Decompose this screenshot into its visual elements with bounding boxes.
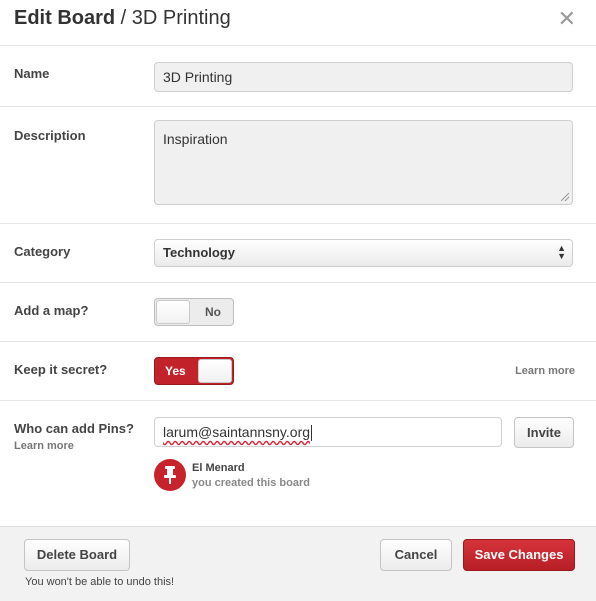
secret-row: Keep it secret? Yes Learn more <box>0 342 596 401</box>
name-row: Name 3D Printing <box>0 46 596 107</box>
dialog-header: Edit Board / 3D Printing ✕ <box>0 0 596 46</box>
description-row: Description Inspiration <box>0 107 596 224</box>
map-row: Add a map? No <box>0 283 596 342</box>
map-label: Add a map? <box>14 303 89 318</box>
cancel-button[interactable]: Cancel <box>380 539 452 571</box>
text-caret <box>311 425 313 442</box>
name-input[interactable]: 3D Printing <box>154 62 573 92</box>
secret-label: Keep it secret? <box>14 362 108 377</box>
invite-email-input[interactable]: larum@saintannsny.org <box>154 417 502 447</box>
resize-grip-icon[interactable] <box>561 193 569 201</box>
invite-button[interactable]: Invite <box>514 417 574 448</box>
close-icon[interactable]: ✕ <box>558 8 576 30</box>
secret-toggle-knob <box>198 359 232 383</box>
dialog-footer: Delete Board You won't be able to undo t… <box>0 526 596 601</box>
category-label: Category <box>14 244 71 259</box>
collaborator-subtitle: you created this board <box>192 477 310 489</box>
category-row: Category Technology ▲ ▼ <box>0 224 596 283</box>
description-text: Inspiration <box>163 131 228 147</box>
dialog-title-separator: / <box>115 7 132 29</box>
dialog-title: Edit Board / 3D Printing <box>14 7 231 30</box>
select-arrows-icon: ▲ ▼ <box>557 243 566 261</box>
pin-icon <box>154 459 186 491</box>
delete-warning-text: You won't be able to undo this! <box>25 576 175 588</box>
category-selected-value: Technology <box>163 245 235 260</box>
name-label: Name <box>14 66 50 81</box>
invite-email-value: larum@saintannsny.org <box>163 424 311 440</box>
secret-learn-more-link[interactable]: Learn more <box>515 365 575 377</box>
pins-learn-more-link[interactable]: Learn more <box>14 440 74 452</box>
pins-row: Who can add Pins? Learn more larum@saint… <box>0 401 596 525</box>
category-select[interactable]: Technology ▲ ▼ <box>154 239 573 267</box>
description-textarea[interactable]: Inspiration <box>154 120 573 205</box>
map-toggle[interactable]: No <box>154 298 234 326</box>
secret-toggle[interactable]: Yes <box>154 357 234 385</box>
edit-board-dialog: Edit Board / 3D Printing ✕ Name 3D Print… <box>0 0 596 601</box>
save-changes-button[interactable]: Save Changes <box>463 539 575 571</box>
dialog-title-board-name: 3D Printing <box>131 7 231 29</box>
delete-board-button[interactable]: Delete Board <box>24 539 130 571</box>
pins-label: Who can add Pins? <box>14 421 134 436</box>
dialog-title-main: Edit Board <box>14 7 116 29</box>
collaborator-name: El Menard <box>192 462 245 474</box>
map-toggle-knob <box>156 300 190 324</box>
secret-toggle-text: Yes <box>165 364 186 378</box>
description-label: Description <box>14 128 86 143</box>
map-toggle-text: No <box>205 305 221 319</box>
